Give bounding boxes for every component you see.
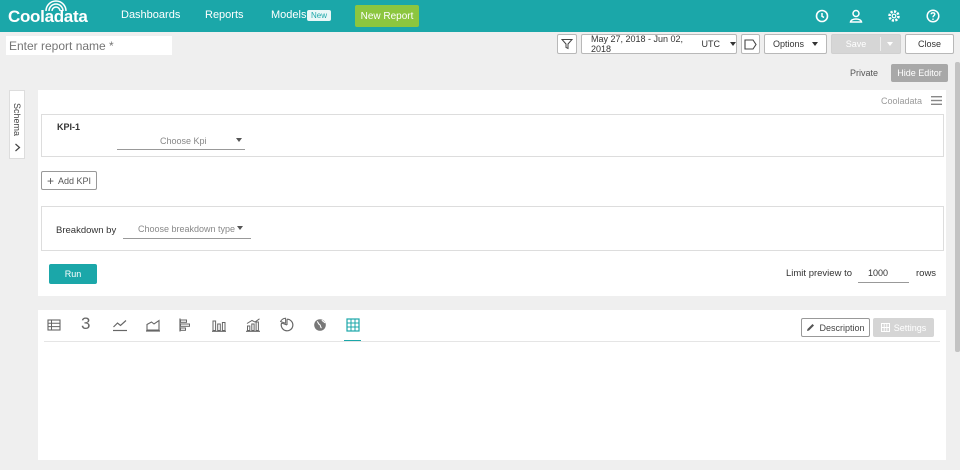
kpi-row: KPI-1 Choose Kpi — [41, 114, 944, 157]
visualization-panel: 3 Description Settings — [38, 310, 946, 460]
options-dropdown[interactable]: Options — [764, 34, 827, 54]
pencil-icon — [807, 324, 815, 331]
save-label: Save — [845, 39, 867, 49]
logo-arcs-icon — [45, 0, 67, 12]
menu-icon[interactable] — [931, 96, 942, 105]
tag-icon — [744, 38, 757, 50]
choose-kpi-select[interactable]: Choose Kpi — [117, 132, 245, 150]
column-chart-icon[interactable] — [211, 317, 227, 333]
table-icon[interactable] — [46, 317, 62, 333]
pie-chart-icon[interactable] — [279, 317, 295, 333]
chevron-right-icon — [15, 143, 21, 152]
description-label: Description — [819, 322, 865, 333]
limit-rows-input[interactable] — [858, 264, 909, 283]
chevron-down-icon[interactable] — [887, 42, 893, 46]
hide-editor-button[interactable]: Hide Editor — [891, 64, 948, 82]
plus-icon: + — [46, 173, 54, 188]
save-divider — [880, 37, 881, 51]
limit-label: Limit preview to — [786, 268, 852, 279]
map-icon[interactable] — [312, 317, 328, 333]
add-kpi-button[interactable]: + Add KPI — [41, 171, 97, 190]
chevron-down-icon — [730, 42, 736, 46]
divider — [44, 341, 940, 342]
rows-label: rows — [916, 268, 937, 279]
settings-label: Settings — [893, 322, 927, 333]
save-button[interactable]: Save — [831, 34, 901, 54]
privacy-label[interactable]: Private — [850, 68, 878, 78]
combo-chart-icon[interactable] — [245, 317, 261, 333]
nav-dashboards[interactable]: Dashboards — [121, 9, 180, 21]
top-nav: Cooladata Dashboards Reports Models New … — [0, 0, 960, 32]
schema-tab[interactable]: Schema — [9, 90, 25, 159]
nav-reports[interactable]: Reports — [205, 9, 244, 21]
choose-kpi-placeholder: Choose Kpi — [160, 136, 207, 146]
data-source-label[interactable]: Cooladata — [881, 96, 922, 106]
close-button[interactable]: Close — [905, 34, 954, 54]
user-icon[interactable] — [848, 8, 864, 24]
bar-chart-icon[interactable] — [178, 317, 194, 333]
chevron-down-icon — [237, 226, 243, 230]
chevron-down-icon — [812, 42, 819, 46]
line-chart-icon[interactable] — [112, 317, 128, 333]
scrollbar-thumb[interactable] — [955, 62, 960, 352]
breakdown-type-select[interactable]: Choose breakdown type — [123, 220, 251, 239]
report-name-input[interactable] — [6, 36, 172, 55]
number-icon[interactable]: 3 — [81, 315, 97, 333]
logo[interactable]: Cooladata — [8, 0, 88, 28]
settings-button[interactable]: Settings — [873, 318, 934, 337]
add-kpi-label: Add KPI — [57, 175, 92, 186]
clock-icon[interactable] — [814, 8, 830, 24]
date-range-text: May 27, 2018 - Jun 02, 2018 — [591, 34, 684, 54]
breakdown-label: Breakdown by — [56, 225, 117, 236]
help-icon[interactable] — [925, 8, 941, 24]
settings-grid-icon — [880, 323, 890, 332]
grid-icon[interactable] — [345, 317, 361, 333]
breakdown-row: Breakdown by Choose breakdown type — [41, 206, 944, 251]
gear-icon[interactable] — [886, 8, 902, 24]
filter-button[interactable] — [557, 34, 577, 54]
new-report-button[interactable]: New Report — [355, 5, 419, 27]
chevron-down-icon — [236, 138, 242, 142]
options-label: Options — [772, 39, 805, 49]
nav-models[interactable]: Models — [271, 9, 306, 21]
date-range-picker[interactable]: May 27, 2018 - Jun 02, 2018 UTC — [581, 34, 737, 54]
filter-icon — [561, 39, 573, 50]
tag-button[interactable] — [741, 34, 760, 54]
kpi-label: KPI-1 — [57, 122, 81, 132]
new-badge: New — [307, 10, 332, 21]
report-editor: Cooladata KPI-1 Choose Kpi + Add KPI Bre… — [38, 90, 946, 296]
schema-label: Schema — [12, 103, 22, 137]
description-button[interactable]: Description — [801, 318, 870, 337]
run-button[interactable]: Run — [49, 264, 97, 284]
timezone-text: UTC — [701, 39, 721, 49]
breakdown-placeholder: Choose breakdown type — [138, 224, 236, 234]
area-chart-icon[interactable] — [145, 317, 161, 333]
